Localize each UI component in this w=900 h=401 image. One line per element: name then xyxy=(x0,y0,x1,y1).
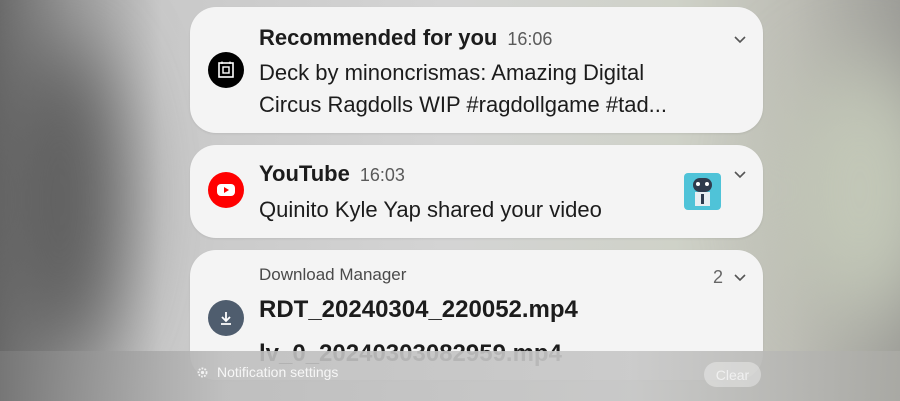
gear-icon xyxy=(197,367,208,377)
chevron-down-icon[interactable] xyxy=(733,167,747,181)
notification-body: Quinito Kyle Yap shared your video xyxy=(259,197,602,222)
ragdoll-app-icon xyxy=(208,52,244,88)
youtube-icon xyxy=(208,172,244,208)
download-file-name: RDT_20240304_220052.mp4 xyxy=(259,296,578,323)
thumbnail-figure-eye xyxy=(705,182,709,186)
chevron-down-icon[interactable] xyxy=(733,32,747,46)
notification-settings-link[interactable]: Notification settings xyxy=(196,364,338,380)
notification-header: YouTube 16:03 xyxy=(259,161,405,187)
notification-footer xyxy=(0,351,900,401)
notification-settings-label: Notification settings xyxy=(217,364,339,380)
video-thumbnail[interactable] xyxy=(684,173,721,210)
download-icon xyxy=(208,300,244,336)
app-name: Download Manager xyxy=(259,265,407,284)
chevron-down-icon[interactable] xyxy=(733,270,747,284)
notification-time: 16:03 xyxy=(359,165,405,185)
app-name: Recommended for you xyxy=(259,25,498,50)
backdrop-blur-right xyxy=(780,60,900,320)
app-name: YouTube xyxy=(259,161,350,186)
notification-time: 16:06 xyxy=(507,29,553,49)
backdrop-blur-left xyxy=(0,40,120,360)
notification-recommended[interactable]: Recommended for you 16:06 Deck by minonc… xyxy=(190,7,763,133)
thumbnail-figure-tie xyxy=(701,194,704,204)
notification-count-badge: 2 xyxy=(712,267,723,287)
notification-body-line1: Deck by minoncrismas: Amazing Digital xyxy=(259,60,645,85)
notification-body-line2: Circus Ragdolls WIP #ragdollgame #tad... xyxy=(259,92,668,117)
notification-header: Recommended for you 16:06 xyxy=(259,25,552,51)
notification-youtube[interactable]: YouTube 16:03 Quinito Kyle Yap shared yo… xyxy=(190,145,763,238)
clear-button[interactable]: Clear xyxy=(704,362,761,387)
thumbnail-figure-eye xyxy=(696,182,700,186)
